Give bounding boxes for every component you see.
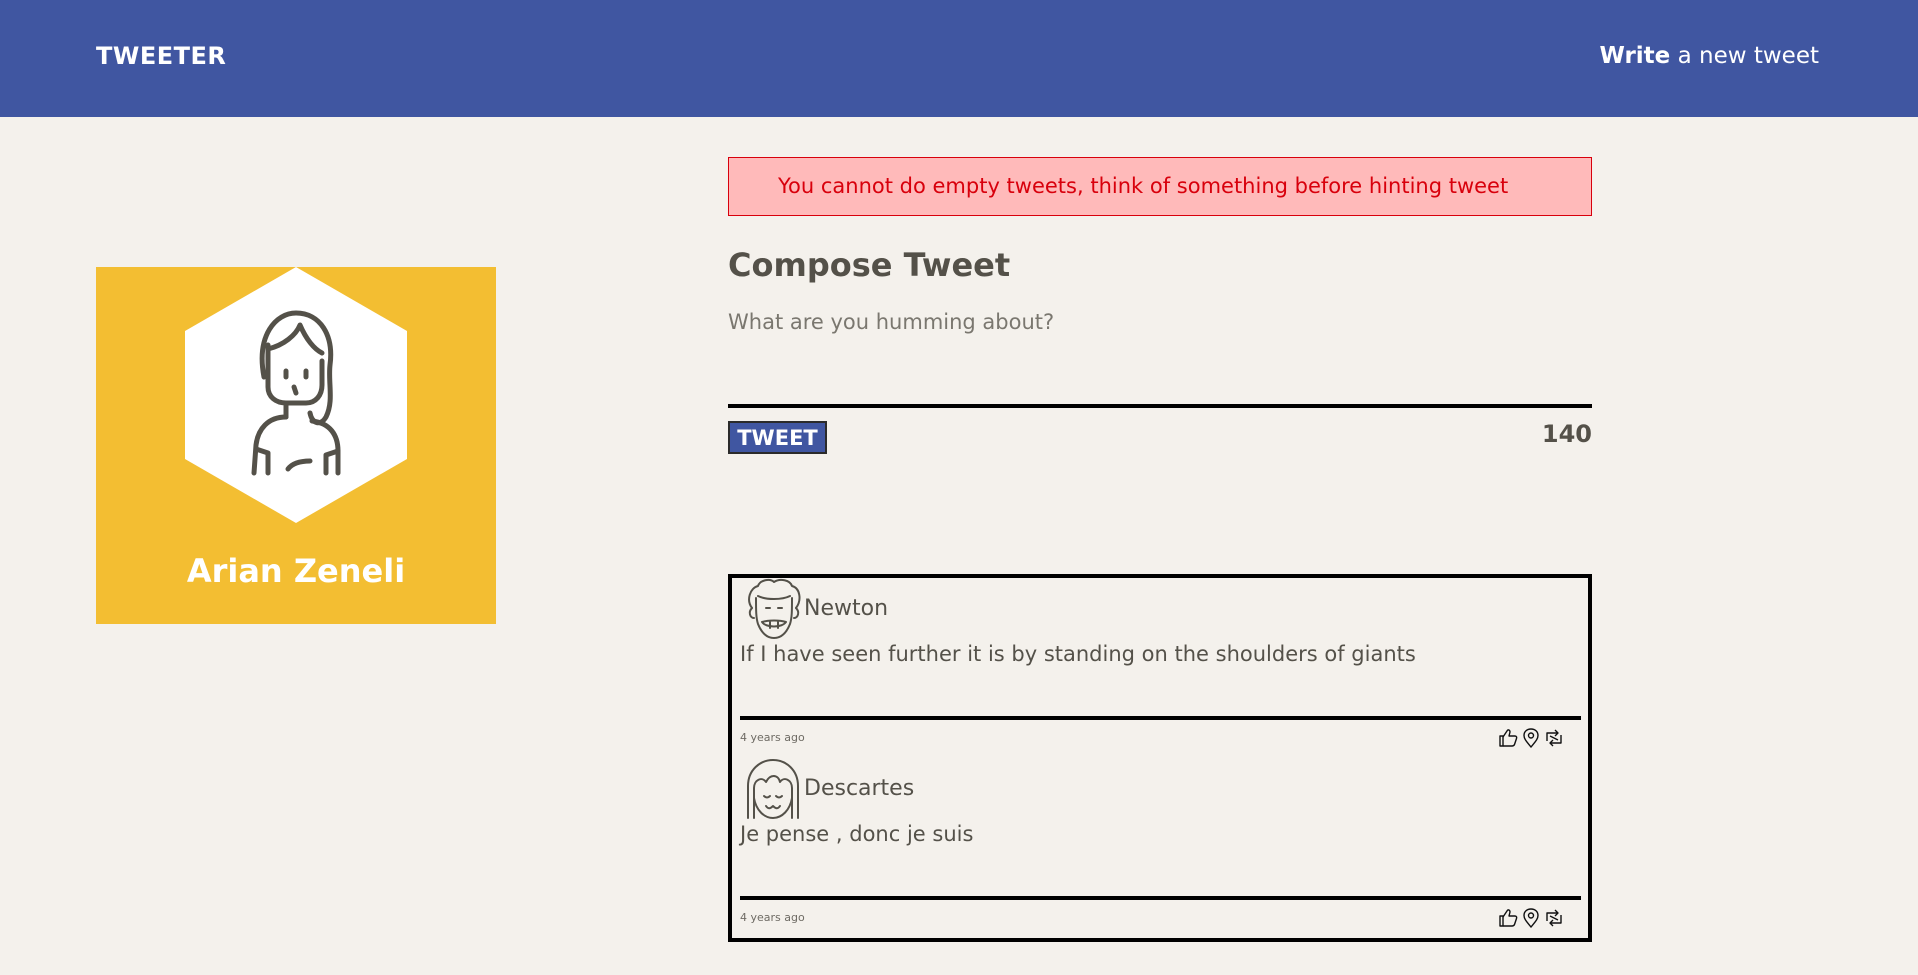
- character-counter: 140: [1541, 420, 1592, 448]
- tweet-input[interactable]: [728, 310, 1592, 402]
- tweet-actions: [1498, 908, 1564, 928]
- map-pin-icon[interactable]: [1521, 728, 1541, 748]
- write-new-tweet-link[interactable]: Write a new tweet: [1599, 43, 1819, 69]
- tweet-feed: Newton If I have seen further it is by s…: [728, 574, 1592, 942]
- compose-title: Compose Tweet: [728, 246, 1011, 284]
- tweet-submit-button[interactable]: TWEET: [728, 421, 827, 454]
- user-avatar-icon: [251, 310, 341, 476]
- map-pin-icon[interactable]: [1521, 908, 1541, 928]
- tweet-timestamp: 4 years ago: [740, 731, 805, 744]
- compose-divider: [728, 404, 1592, 408]
- thumbs-up-icon[interactable]: [1498, 728, 1518, 748]
- tweet-text: Je pense , donc je suis: [740, 822, 974, 846]
- retweet-icon[interactable]: [1544, 908, 1564, 928]
- error-message: You cannot do empty tweets, think of som…: [728, 157, 1592, 216]
- tweet-card: Newton If I have seen further it is by s…: [740, 578, 1581, 753]
- tweet-text: If I have seen further it is by standing…: [740, 642, 1416, 666]
- tweet-divider: [740, 896, 1581, 900]
- write-link-rest: a new tweet: [1670, 43, 1819, 69]
- tweet-timestamp: 4 years ago: [740, 911, 805, 924]
- top-nav: TWEETER Write a new tweet: [0, 0, 1918, 117]
- tweet-divider: [740, 716, 1581, 720]
- brand-logo[interactable]: TWEETER: [96, 42, 226, 70]
- descartes-avatar-icon: [747, 759, 799, 819]
- newton-avatar-icon: [748, 578, 801, 639]
- thumbs-up-icon[interactable]: [1498, 908, 1518, 928]
- tweet-author[interactable]: Descartes: [804, 776, 914, 801]
- tweet-author[interactable]: Newton: [804, 596, 888, 621]
- tweet-card: Descartes Je pense , donc je suis 4 year…: [740, 758, 1581, 933]
- tweet-actions: [1498, 728, 1564, 748]
- profile-card: Arian Zeneli: [96, 267, 496, 624]
- retweet-icon[interactable]: [1544, 728, 1564, 748]
- profile-name: Arian Zeneli: [186, 552, 406, 590]
- write-link-bold: Write: [1599, 43, 1671, 69]
